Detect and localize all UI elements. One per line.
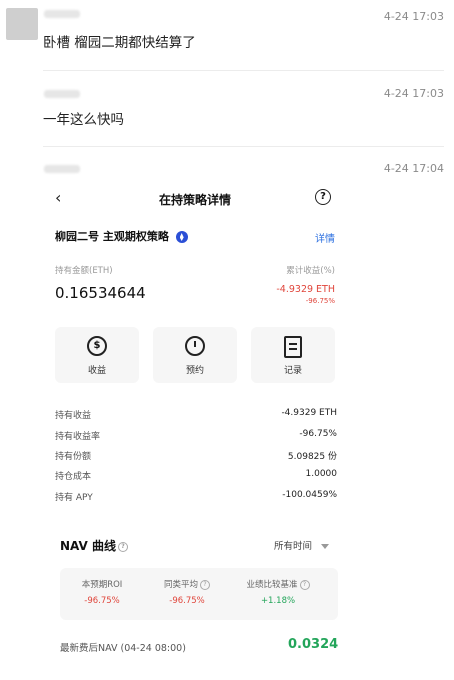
detail-value: 1.0000 [305,469,338,479]
holding-amount-value: 0.16534644 [55,284,146,302]
strategy-name: 柳园二号 主观期权策略 [55,228,188,244]
clock-icon [185,336,205,356]
button-label: 预约 [185,366,204,376]
question-circle-icon[interactable]: ? [315,189,331,205]
stat-benchmark: 业绩比较基准? +1.18% [238,578,318,606]
records-button[interactable]: 记录 [251,327,335,383]
button-label: 收益 [87,366,106,376]
reserve-button[interactable]: 预约 [153,327,237,383]
page-title: 在持策略详情 [158,193,231,207]
earnings-button[interactable]: $ 收益 [55,327,139,383]
latest-nav-label: 最新费后NAV (04-24 08:00) [60,643,186,654]
detail-label: 持有 APY [55,493,93,503]
stat-value: +1.18% [260,596,296,606]
detail-value: -96.75% [299,429,337,439]
detail-row: 持有 APY -100.0459% [55,490,337,503]
detail-value: 5.09825 份 [287,452,337,462]
cumulative-return-label: 累计收益(%) [286,266,335,276]
username-blurred [44,165,80,173]
strategy-name-text: 柳园二号 主观期权策略 [55,230,169,243]
comment-time: 4-24 17:03 [383,10,444,23]
detail-row: 持仓成本 1.0000 [55,469,337,482]
stat-label: 业绩比较基准 [246,580,298,590]
eth-icon [175,231,188,243]
detail-label: 持有收益 [55,411,92,421]
cumulative-return-value: -4.9329 ETH [276,284,335,295]
detail-row: 持有收益 -4.9329 ETH [55,408,337,421]
detail-value: -4.9329 ETH [281,408,337,418]
nav-title: NAV 曲线? [60,537,128,554]
comment-time: 4-24 17:03 [383,87,444,100]
cumulative-return-pct: -96.75% [305,297,335,305]
info-icon[interactable]: ? [117,541,128,552]
stat-value: -96.75% [84,596,120,606]
detail-label: 持有收益率 [55,432,101,442]
comment-time: 4-24 17:04 [383,162,444,175]
holding-amount-label: 持有金额(ETH) [55,266,113,276]
info-icon[interactable]: ? [299,579,310,590]
nav-title-text: NAV 曲线 [60,539,116,553]
comment-text: 卧槽 榴园二期都快结算了 [43,35,196,51]
detail-link[interactable]: 详情 [315,230,335,245]
chevron-down-icon [321,544,330,549]
avatar[interactable] [6,8,38,40]
button-label: 记录 [283,366,302,376]
dollar-refresh-icon: $ [87,336,107,356]
detail-label: 持仓成本 [55,472,92,482]
clipboard-icon [284,336,302,358]
stat-label: 同类平均 [163,580,198,590]
latest-nav-value: 0.0324 [288,637,339,652]
divider [43,146,444,147]
username-blurred [44,10,80,18]
comment-text: 一年这么快吗 [43,112,124,128]
detail-row: 持有份额 5.09825 份 [55,449,337,462]
username-blurred [44,90,80,98]
stat-roi: 本预期ROI -96.75% [62,578,142,606]
detail-label: 持有份额 [55,452,92,462]
detail-row: 持有收益率 -96.75% [55,429,337,442]
time-filter-label: 所有时间 [274,541,313,552]
stat-label: 本预期ROI [81,580,123,590]
stat-value: -96.75% [169,596,205,606]
time-filter-dropdown[interactable]: 所有时间 [274,538,330,552]
detail-value: -100.0459% [282,490,337,500]
info-icon[interactable]: ? [200,579,210,590]
divider [43,70,444,71]
stat-peer-average: 同类平均? -96.75% [147,578,227,606]
